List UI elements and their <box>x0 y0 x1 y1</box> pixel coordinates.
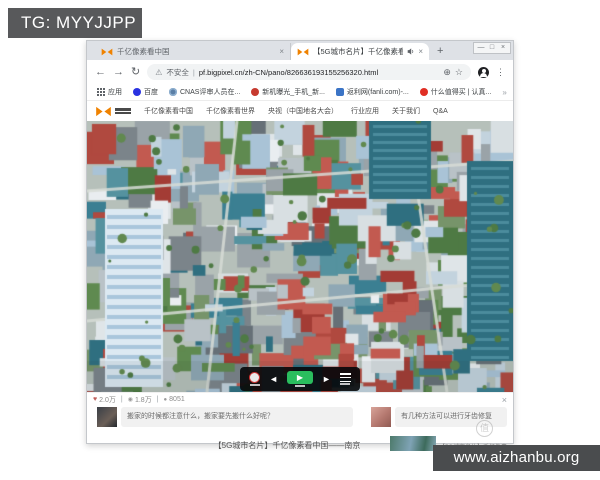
browser-window: 千亿像素看中国 × 【5G城市名片】千亿像素看 × + — □ × ← → ↻ … <box>86 40 514 451</box>
panorama-viewport[interactable]: ◄ ▶ ► <box>87 121 513 392</box>
view-count: ◉ 1.8万 <box>128 395 152 405</box>
bookmark-baidu[interactable]: 百度 <box>133 87 158 97</box>
zdm-watermark-icon: 值 <box>476 420 493 437</box>
chrome-menu-icon[interactable]: ⋮ <box>496 67 505 78</box>
nav-item-china[interactable]: 千亿像素看中国 <box>144 106 193 116</box>
bookmark-phone-news[interactable]: 新机曝光_手机_新... <box>251 87 325 97</box>
address-bar[interactable]: ⚠ 不安全 | pf.bigpixel.cn/zh-CN/pano/826636… <box>147 64 471 80</box>
tab-label: 【5G城市名片】千亿像素看 <box>313 47 404 56</box>
stat-separator: | <box>120 396 123 403</box>
profile-avatar-icon[interactable] <box>478 66 489 78</box>
map-view-button[interactable] <box>249 372 261 386</box>
nav-item-world[interactable]: 千亿像素看世界 <box>206 106 255 116</box>
tab-bigpixel-china[interactable]: 千亿像素看中国 × <box>95 43 291 60</box>
bookmark-star-icon[interactable]: ☆ <box>455 67 463 78</box>
bookmarks-bar: 应用 百度 CNAS评审人员在... 新机曝光_手机_新... 返利网(fanl… <box>87 84 513 101</box>
comment-icon: ● <box>163 396 168 403</box>
bookmark-label: 什么值得买 | 认真... <box>430 89 492 96</box>
logo-wordmark <box>115 108 131 114</box>
avatar <box>97 407 117 427</box>
viewer-control-bar: ◄ ▶ ► <box>240 367 360 391</box>
news-favicon-icon <box>251 88 260 96</box>
like-value: 2.0万 <box>99 396 116 404</box>
bigpixel-favicon-icon <box>297 48 309 55</box>
viewer-label-bar <box>340 383 351 385</box>
bookmark-label: 百度 <box>144 89 158 96</box>
comment-item[interactable]: 搬家的时候都注意什么，搬家要先搬什么好呢？ <box>97 407 353 427</box>
nav-item-cctv[interactable]: 央视（中国地名大会） <box>268 106 338 116</box>
not-secure-icon: ⚠ <box>155 67 163 77</box>
browser-toolbar: ← → ↻ ⚠ 不安全 | pf.bigpixel.cn/zh-CN/pano/… <box>87 60 513 84</box>
list-icon <box>339 373 351 382</box>
site-nav: 千亿像素看中国 千亿像素看世界 央视（中国地名大会） 行业应用 关于我们 Q&A <box>87 101 513 121</box>
fanli-favicon-icon <box>335 88 344 96</box>
back-button[interactable]: ← <box>95 66 106 78</box>
comment-value: 8051 <box>169 396 185 403</box>
close-panel-icon[interactable]: × <box>502 395 507 405</box>
not-secure-label: 不安全 <box>166 67 189 77</box>
like-count[interactable]: ♥ 2.0万 <box>93 395 116 405</box>
bookmark-label: 新机曝光_手机_新... <box>262 89 325 96</box>
viewer-label-bar <box>295 385 305 387</box>
tg-contact-label: TG: MYYJJPP <box>8 8 142 38</box>
prev-button[interactable]: ◄ <box>269 374 278 384</box>
globe-favicon-icon <box>169 88 177 96</box>
globe-icon <box>249 372 261 383</box>
avatar <box>371 407 391 427</box>
eye-icon: ◉ <box>127 397 133 403</box>
forward-button[interactable]: → <box>113 66 124 78</box>
nav-item-industry[interactable]: 行业应用 <box>351 106 379 116</box>
engagement-stats: ♥ 2.0万 | ◉ 1.8万 | ● 8051 × <box>87 392 513 406</box>
next-button[interactable]: ► <box>322 374 331 384</box>
screenshot-stage: TG: MYYJJPP 千亿像素看中国 × 【5G城市名片】千亿像素看 × + … <box>0 0 600 480</box>
minimize-button[interactable]: — <box>476 43 486 53</box>
comment-text: 搬家的时候都注意什么，搬家要先搬什么好呢？ <box>121 407 353 427</box>
tab-close-icon[interactable]: × <box>279 47 284 56</box>
watermark-bar: www.aizhanbu.org <box>433 445 600 471</box>
bookmarks-overflow-icon[interactable]: » <box>502 88 506 97</box>
bigpixel-logo[interactable] <box>95 106 131 117</box>
nav-item-qa[interactable]: Q&A <box>433 108 448 115</box>
bookmark-smzdm[interactable]: 什么值得买 | 认真... <box>419 87 492 97</box>
bookmark-label: CNAS评审人员在... <box>180 89 241 96</box>
aerial-city-photo <box>87 121 513 392</box>
address-separator: | <box>192 67 195 77</box>
bigpixel-favicon-icon <box>101 48 113 55</box>
stat-separator: | <box>156 396 159 403</box>
bookmark-apps[interactable]: 应用 <box>97 87 122 97</box>
tab-close-icon[interactable]: × <box>418 47 423 56</box>
play-control[interactable]: ▶ <box>287 371 313 387</box>
baidu-favicon-icon <box>133 88 141 96</box>
new-tab-button[interactable]: + <box>437 43 443 60</box>
view-value: 1.8万 <box>134 396 152 404</box>
close-window-button[interactable]: × <box>498 43 508 53</box>
play-button[interactable]: ▶ <box>287 371 313 384</box>
smzdm-favicon-icon <box>419 88 428 96</box>
viewer-label-bar <box>249 384 260 386</box>
tab-audio-icon[interactable] <box>407 48 414 55</box>
comments-row: 搬家的时候都注意什么，搬家要先搬什么好呢？ 有几种方法可以进行牙齿修复 <box>87 406 513 434</box>
tab-label: 千亿像素看中国 <box>117 47 170 56</box>
reload-button[interactable]: ↻ <box>131 66 140 78</box>
related-thumbnail[interactable] <box>390 436 436 451</box>
tab-5g-city-card[interactable]: 【5G城市名片】千亿像素看 × <box>291 43 429 60</box>
tab-strip: 千亿像素看中国 × 【5G城市名片】千亿像素看 × + — □ × <box>87 41 513 60</box>
bigpixel-logo-icon <box>96 106 111 116</box>
heart-icon: ♥ <box>93 396 98 403</box>
nav-item-about[interactable]: 关于我们 <box>392 106 420 116</box>
url-text[interactable]: pf.bigpixel.cn/zh-CN/pano/82663619315525… <box>199 68 440 77</box>
window-controls: — □ × <box>473 42 511 54</box>
apps-grid-icon <box>97 88 105 96</box>
comment-count[interactable]: ● 8051 <box>164 396 185 403</box>
bookmark-label: 返利网(fanli.com)-... <box>346 89 409 96</box>
bookmark-cnas[interactable]: CNAS评审人员在... <box>169 87 240 97</box>
bookmark-fanli[interactable]: 返利网(fanli.com)-... <box>335 87 409 97</box>
playlist-button[interactable] <box>339 373 351 385</box>
maximize-button[interactable]: □ <box>487 43 497 53</box>
bookmark-label: 应用 <box>108 89 122 96</box>
zoom-icon[interactable]: ⊕ <box>443 67 451 78</box>
